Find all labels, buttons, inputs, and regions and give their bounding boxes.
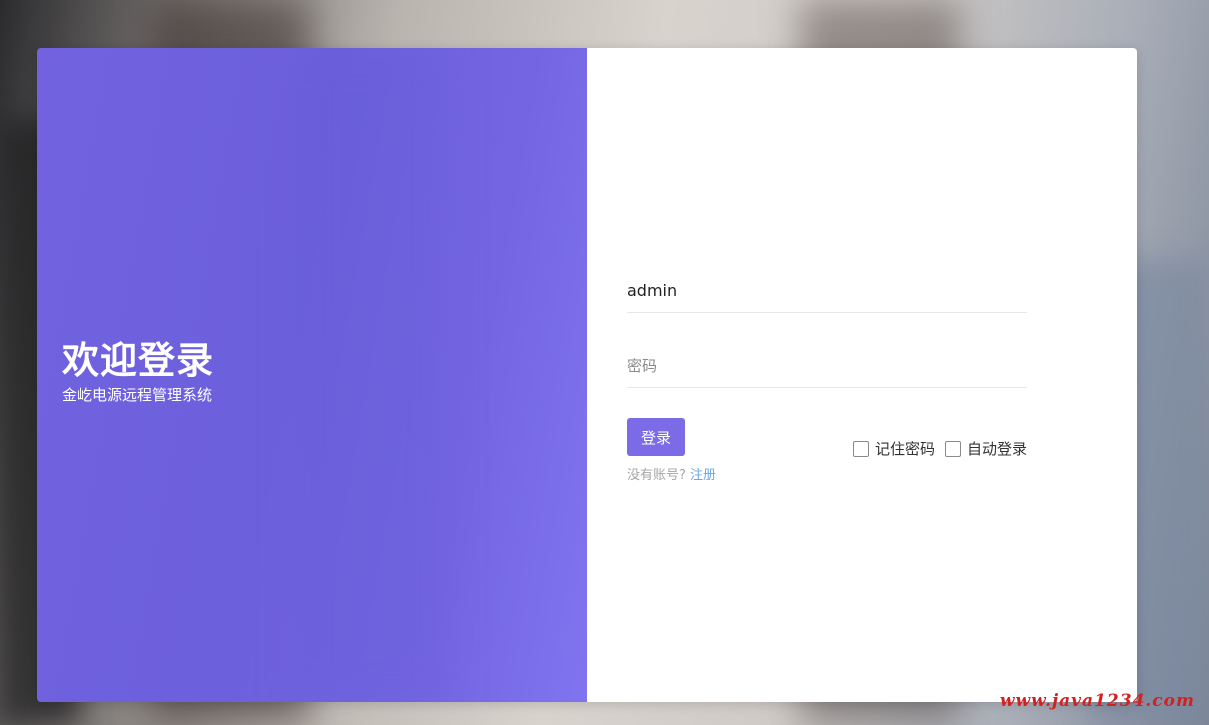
login-form: 登录 记住密码 自动登录 没有账号? 注册 xyxy=(627,268,1027,488)
password-input[interactable] xyxy=(627,343,1027,388)
no-account-text: 没有账号? xyxy=(627,468,686,483)
remember-password-checkbox[interactable]: 记住密码 xyxy=(852,438,935,459)
welcome-title: 欢迎登录 xyxy=(62,339,214,382)
login-form-panel: 登录 记住密码 自动登录 没有账号? 注册 xyxy=(587,48,1137,702)
username-input[interactable] xyxy=(627,268,1027,313)
system-name: 金屹电源远程管理系统 xyxy=(62,386,213,404)
login-button[interactable]: 登录 xyxy=(627,418,685,456)
auto-login-checkbox[interactable]: 自动登录 xyxy=(944,438,1027,459)
login-card: 欢迎登录 金屹电源远程管理系统 登录 记住密码 自动登录 xyxy=(37,48,1137,702)
checkbox-icon[interactable] xyxy=(852,440,869,457)
auto-login-label: 自动登录 xyxy=(966,440,1027,458)
form-actions: 登录 记住密码 自动登录 没有账号? 注册 xyxy=(627,418,1027,488)
register-link[interactable]: 注册 xyxy=(690,468,716,483)
login-options: 记住密码 自动登录 xyxy=(852,438,1027,459)
checkbox-icon[interactable] xyxy=(944,440,961,457)
remember-password-label: 记住密码 xyxy=(874,440,935,458)
welcome-panel: 欢迎登录 金屹电源远程管理系统 xyxy=(37,48,587,702)
watermark-text: www.java1234.com xyxy=(999,691,1195,711)
register-prompt: 没有账号? 注册 xyxy=(627,464,716,483)
